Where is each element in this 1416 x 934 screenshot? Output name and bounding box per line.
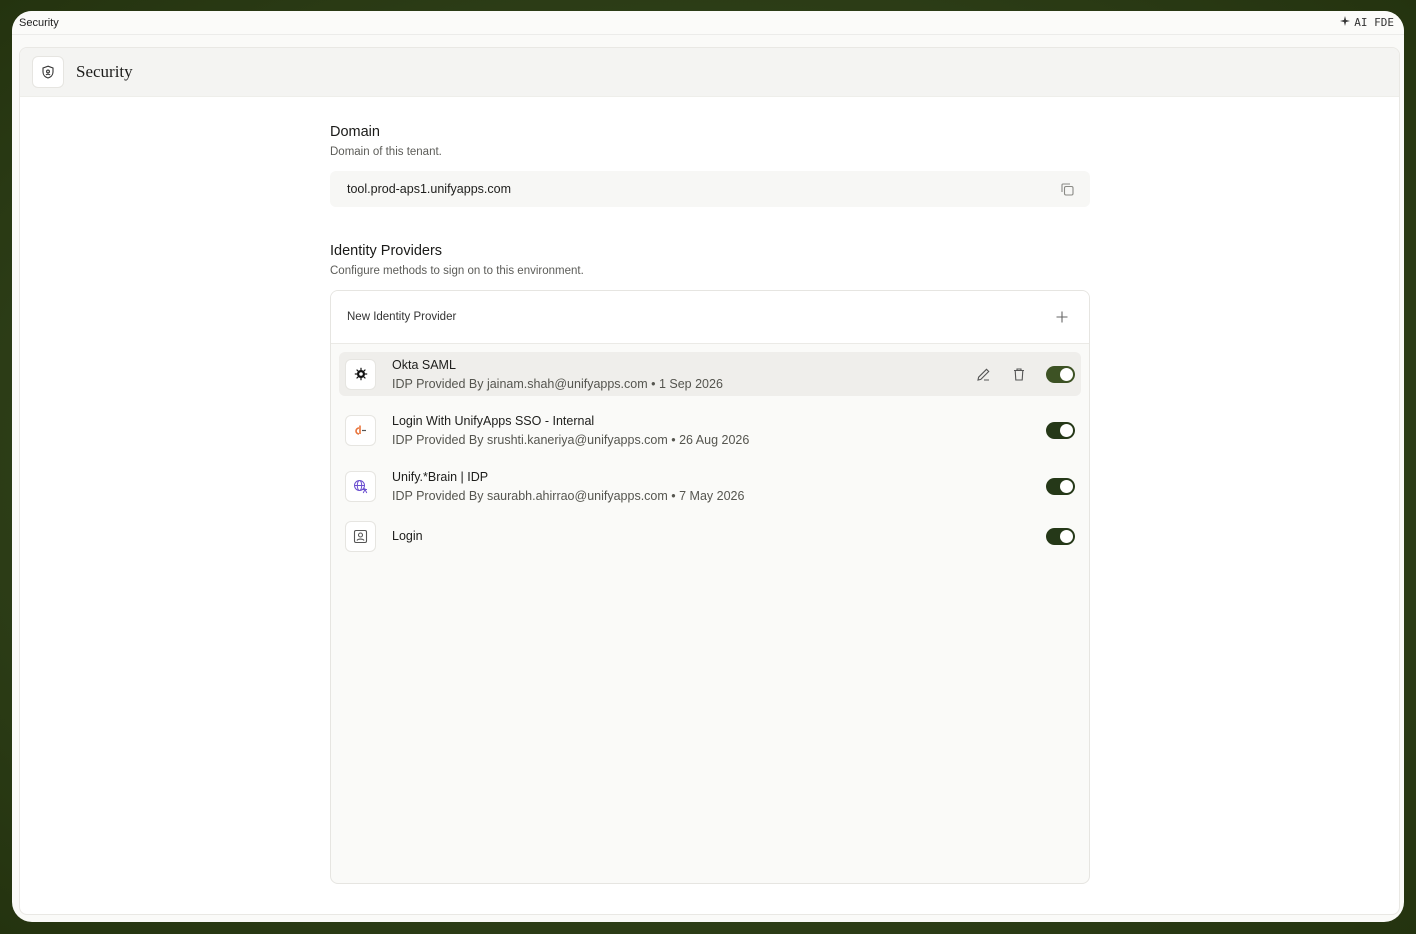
ai-fde-button[interactable]: AI FDE — [1340, 16, 1394, 29]
window-title: Security — [19, 16, 59, 29]
security-panel: Security Domain Domain of this tenant. t… — [19, 47, 1400, 915]
new-identity-provider-button[interactable]: New Identity Provider — [331, 291, 1089, 344]
identity-providers-subtitle: Configure methods to sign on to this env… — [330, 265, 584, 277]
idp-name: Login With UnifyApps SSO - Internal — [392, 413, 595, 428]
idp-meta: IDP Provided By jainam.shah@unifyapps.co… — [392, 376, 723, 391]
identity-providers-title: Identity Providers — [330, 243, 443, 259]
unifyapps-logo-icon — [345, 414, 376, 446]
user-card-icon — [345, 520, 376, 552]
new-identity-provider-label: New Identity Provider — [347, 311, 457, 323]
plus-icon[interactable] — [1053, 308, 1071, 326]
sparkle-icon — [1340, 16, 1351, 29]
idp-item-unify-brain[interactable]: Unify.*Brain | IDP IDP Provided By saura… — [339, 464, 1081, 508]
copy-icon[interactable] — [1058, 180, 1076, 198]
idp-meta: IDP Provided By srushti.kaneriya@unifyap… — [392, 432, 750, 447]
idp-item-login[interactable]: Login — [339, 520, 1081, 552]
ai-fde-label: AI FDE — [1354, 16, 1394, 29]
window-topbar: Security AI FDE — [12, 11, 1404, 35]
domain-field: tool.prod-aps1.unifyapps.com — [330, 171, 1090, 207]
app-window: Security AI FDE Security Domain Domain o… — [12, 11, 1404, 922]
domain-value: tool.prod-aps1.unifyapps.com — [347, 182, 511, 196]
idp-name: Okta SAML — [392, 357, 456, 372]
edit-icon[interactable] — [974, 365, 992, 383]
okta-logo-icon — [345, 358, 376, 390]
idp-name: Login — [392, 529, 423, 543]
idp-enabled-toggle[interactable] — [1046, 477, 1075, 495]
idp-enabled-toggle[interactable] — [1046, 421, 1075, 439]
domain-subtitle: Domain of this tenant. — [330, 146, 442, 158]
domain-title: Domain — [330, 124, 380, 140]
domain-section: Domain Domain of this tenant. tool.prod-… — [330, 124, 1090, 207]
idp-name: Unify.*Brain | IDP — [392, 469, 489, 484]
idp-item-okta-saml[interactable]: Okta SAML IDP Provided By jainam.shah@un… — [339, 352, 1081, 396]
security-content: Domain Domain of this tenant. tool.prod-… — [330, 124, 1090, 884]
identity-providers-list: New Identity Provider Okta SAML IDP Prov… — [330, 290, 1090, 884]
idp-meta: IDP Provided By saurabh.ahirrao@unifyapp… — [392, 488, 745, 503]
idp-enabled-toggle[interactable] — [1046, 527, 1075, 545]
shield-icon — [32, 56, 64, 88]
globe-translate-icon — [345, 470, 376, 502]
trash-icon[interactable] — [1010, 365, 1028, 383]
idp-item-unifyapps-sso[interactable]: Login With UnifyApps SSO - Internal IDP … — [339, 408, 1081, 452]
idp-enabled-toggle[interactable] — [1046, 365, 1075, 383]
page-header: Security — [20, 48, 1399, 97]
page-title: Security — [76, 62, 133, 81]
identity-providers-section: Identity Providers Configure methods to … — [330, 243, 1090, 884]
